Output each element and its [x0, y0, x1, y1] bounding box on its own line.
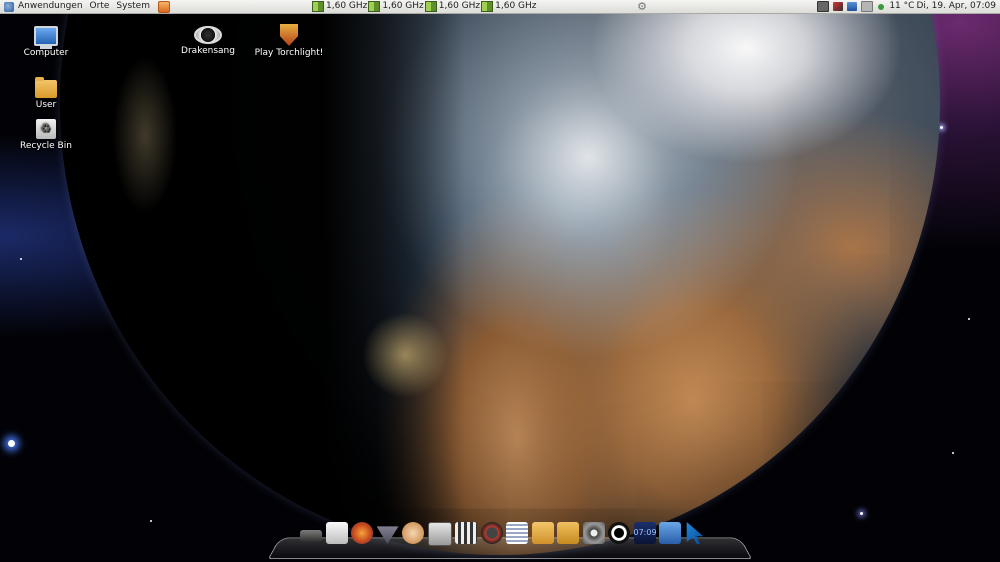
- folder-icon[interactable]: [531, 522, 554, 544]
- recycle-bin-icon: [36, 119, 56, 139]
- dock: 07:09: [267, 520, 753, 560]
- text-editor-icon[interactable]: [506, 522, 528, 544]
- monitor-icon[interactable]: [659, 522, 681, 544]
- cpu-monitor-3[interactable]: 1,60 GHz: [424, 0, 481, 13]
- star: [150, 520, 152, 522]
- desktop-icon-label: Recycle Bin: [20, 141, 72, 151]
- menu-bar: Anwendungen Orte System: [0, 0, 170, 13]
- cpu-monitor-4[interactable]: 1,60 GHz: [481, 0, 537, 13]
- power-icon[interactable]: [608, 522, 630, 544]
- gnome-foot-icon: [4, 1, 14, 12]
- media-player-icon[interactable]: [480, 522, 503, 544]
- cpu-monitor-label: 1,60 GHz: [382, 1, 424, 11]
- dock-items: 07:09: [300, 522, 710, 546]
- document-icon[interactable]: [325, 522, 348, 544]
- display-icon[interactable]: [427, 522, 452, 546]
- desktop-icon-recycle-bin[interactable]: Recycle Bin: [11, 119, 81, 151]
- desktop-icon-label: User: [35, 100, 57, 110]
- pidgin-icon[interactable]: [402, 522, 424, 544]
- city-lights: [360, 300, 450, 410]
- torchlight-icon: [280, 24, 298, 46]
- clock[interactable]: Di, 19. Apr, 07:09: [916, 0, 996, 13]
- cursor-icon[interactable]: [686, 522, 704, 544]
- star: [952, 452, 954, 454]
- cpu-monitor-label: 1,60 GHz: [438, 1, 481, 11]
- desktop-icon-label: Drakensang: [181, 46, 235, 56]
- volume-icon[interactable]: [833, 2, 844, 11]
- star: [968, 318, 970, 320]
- launcher-icon[interactable]: [157, 0, 170, 13]
- cpu-monitor-label: 1,60 GHz: [495, 1, 537, 11]
- drakensang-icon: [194, 26, 222, 44]
- tray-icon[interactable]: [861, 1, 874, 12]
- desktop-icon-computer[interactable]: Computer: [11, 26, 81, 58]
- star: [20, 258, 22, 260]
- cpu-chip-icon: [368, 1, 381, 12]
- disc-burner-icon[interactable]: [582, 522, 605, 544]
- film-icon[interactable]: [455, 522, 477, 544]
- cpu-frequency-monitors: 1,60 GHz 1,60 GHz 1,60 GHz 1,60 GHz: [312, 0, 538, 13]
- earth-night-shadow: [60, 0, 940, 555]
- menu-places[interactable]: Orte: [90, 0, 110, 13]
- weather-temperature[interactable]: 11 °C: [889, 0, 914, 13]
- gear-icon[interactable]: ⚙: [636, 0, 648, 13]
- top-panel: Anwendungen Orte System 1,60 GHz 1,60 GH…: [0, 0, 1000, 14]
- cpu-monitor-2[interactable]: 1,60 GHz: [368, 0, 424, 13]
- weather-icon[interactable]: [878, 3, 885, 10]
- download-icon[interactable]: [376, 526, 399, 544]
- menu-applications[interactable]: Anwendungen: [18, 0, 83, 13]
- archive-icon[interactable]: [557, 522, 579, 544]
- cpu-chip-icon: [424, 1, 437, 12]
- desktop-icon-label: Play Torchlight!: [254, 48, 324, 58]
- firefox-icon[interactable]: [351, 522, 373, 544]
- battery-icon[interactable]: [847, 2, 858, 11]
- cpu-chip-icon: [312, 1, 324, 12]
- clock-icon[interactable]: 07:09: [633, 522, 657, 544]
- cpu-monitor-1[interactable]: 1,60 GHz: [312, 0, 367, 13]
- desktop-icon-drakensang[interactable]: Drakensang: [173, 22, 243, 56]
- desktop-icon-torchlight[interactable]: Play Torchlight!: [254, 24, 324, 58]
- network-icon[interactable]: [817, 1, 830, 12]
- star: [940, 126, 943, 129]
- star: [860, 512, 863, 515]
- desktop-icon-user[interactable]: User: [11, 77, 81, 110]
- cpu-monitor-label: 1,60 GHz: [326, 1, 368, 11]
- menu-system[interactable]: System: [116, 0, 150, 13]
- folder-icon: [35, 77, 57, 98]
- cpu-chip-icon: [481, 1, 494, 12]
- city-lights: [110, 50, 180, 220]
- desktop-icon-label: Computer: [23, 48, 69, 58]
- computer-icon: [34, 26, 58, 49]
- terminal-icon[interactable]: [300, 530, 322, 542]
- system-tray: 11 °C Di, 19. Apr, 07:09: [813, 0, 996, 13]
- star: [8, 440, 15, 447]
